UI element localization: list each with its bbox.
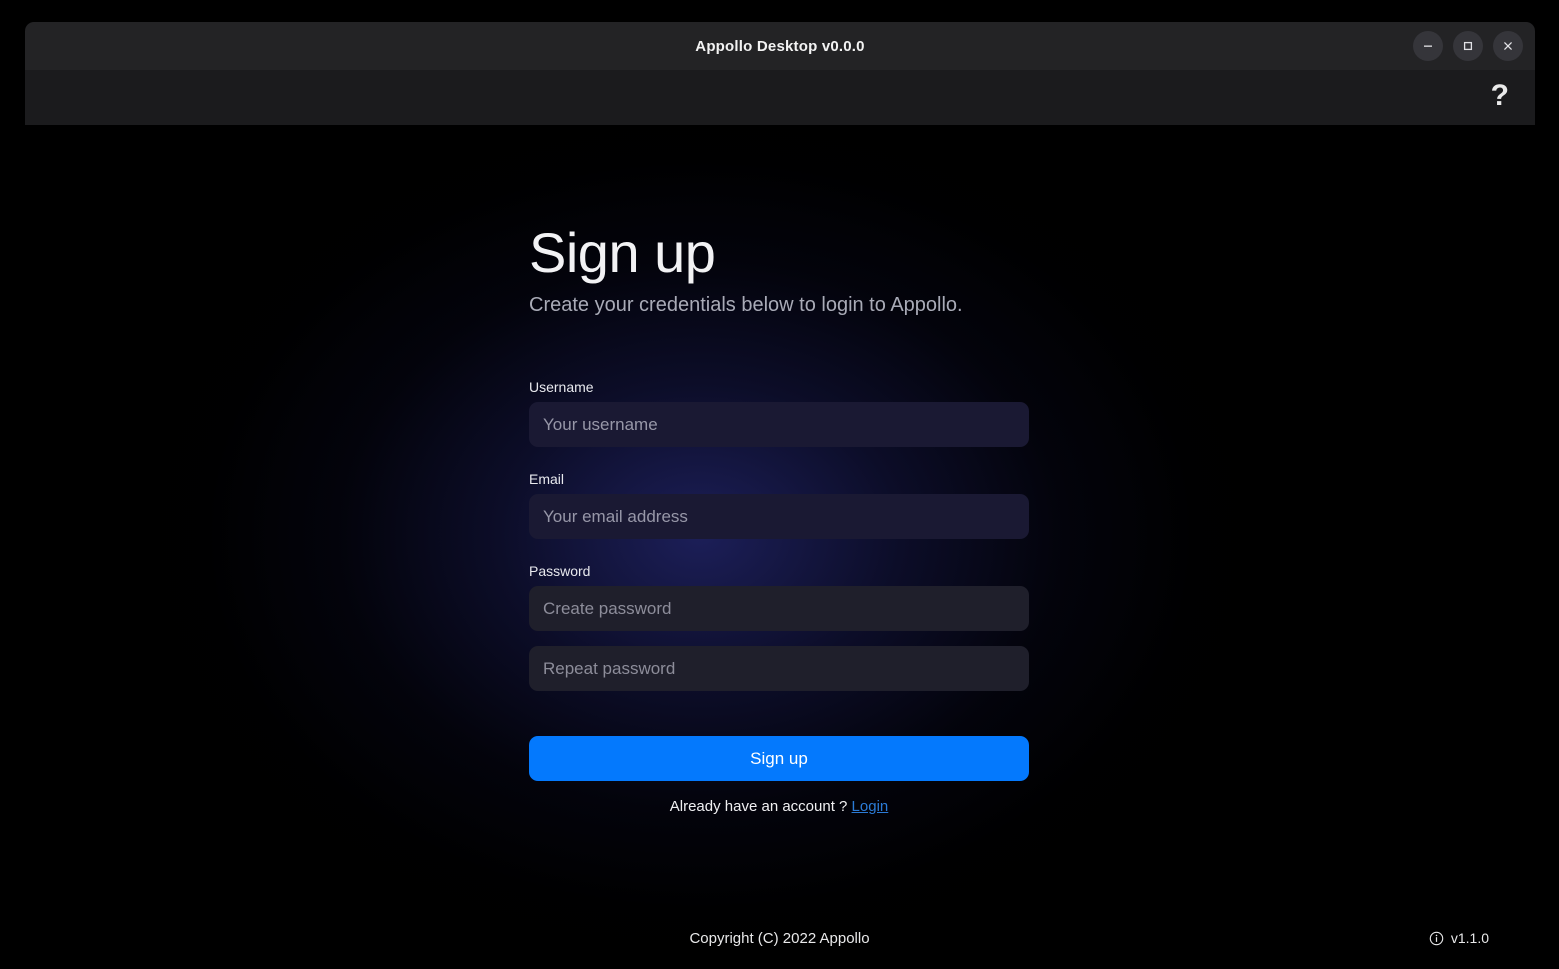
window-chrome: Appollo Desktop v0.0.0 ?	[25, 22, 1535, 125]
email-label: Email	[529, 471, 565, 487]
field-repeat-password	[529, 646, 1029, 691]
app-toolbar: ?	[25, 70, 1535, 125]
email-input[interactable]	[529, 494, 1029, 539]
close-icon	[1502, 40, 1514, 52]
repeat-password-input[interactable]	[529, 646, 1029, 691]
username-input[interactable]	[529, 402, 1029, 447]
maximize-button[interactable]	[1453, 31, 1483, 61]
minimize-icon	[1422, 40, 1434, 52]
footer: Copyright (C) 2022 Appollo v1.1.0	[0, 907, 1559, 969]
footer-copyright: Copyright (C) 2022 Appollo	[689, 929, 870, 947]
minimize-button[interactable]	[1413, 31, 1443, 61]
page-title: Sign up	[529, 221, 716, 284]
main-stage: Sign up Create your credentials below to…	[0, 125, 1559, 969]
maximize-icon	[1462, 40, 1474, 52]
signup-button[interactable]: Sign up	[529, 736, 1029, 781]
password-label: Password	[529, 563, 591, 579]
login-prompt-text: Already have an account ?	[669, 798, 848, 815]
version-indicator: v1.1.0	[1429, 930, 1489, 946]
page-subtitle: Create your credentials below to login t…	[529, 294, 963, 316]
close-button[interactable]	[1493, 31, 1523, 61]
info-circle-icon	[1429, 931, 1444, 946]
field-email: Email	[529, 471, 1029, 539]
window-title: Appollo Desktop v0.0.0	[695, 37, 865, 55]
help-icon[interactable]: ?	[1487, 80, 1513, 115]
field-password: Password	[529, 563, 1029, 631]
title-bar[interactable]: Appollo Desktop v0.0.0	[25, 22, 1535, 70]
password-input[interactable]	[529, 586, 1029, 631]
username-label: Username	[529, 379, 594, 395]
version-label: v1.1.0	[1450, 930, 1489, 946]
login-link[interactable]: Login	[852, 798, 889, 815]
app-root: Appollo Desktop v0.0.0 ? Sign up Create …	[0, 0, 1559, 969]
window-controls	[1413, 22, 1523, 70]
signup-form: Sign up Create your credentials below to…	[529, 225, 1029, 815]
login-prompt-row: Already have an account ? Login	[529, 798, 1029, 815]
field-username: Username	[529, 379, 1029, 447]
